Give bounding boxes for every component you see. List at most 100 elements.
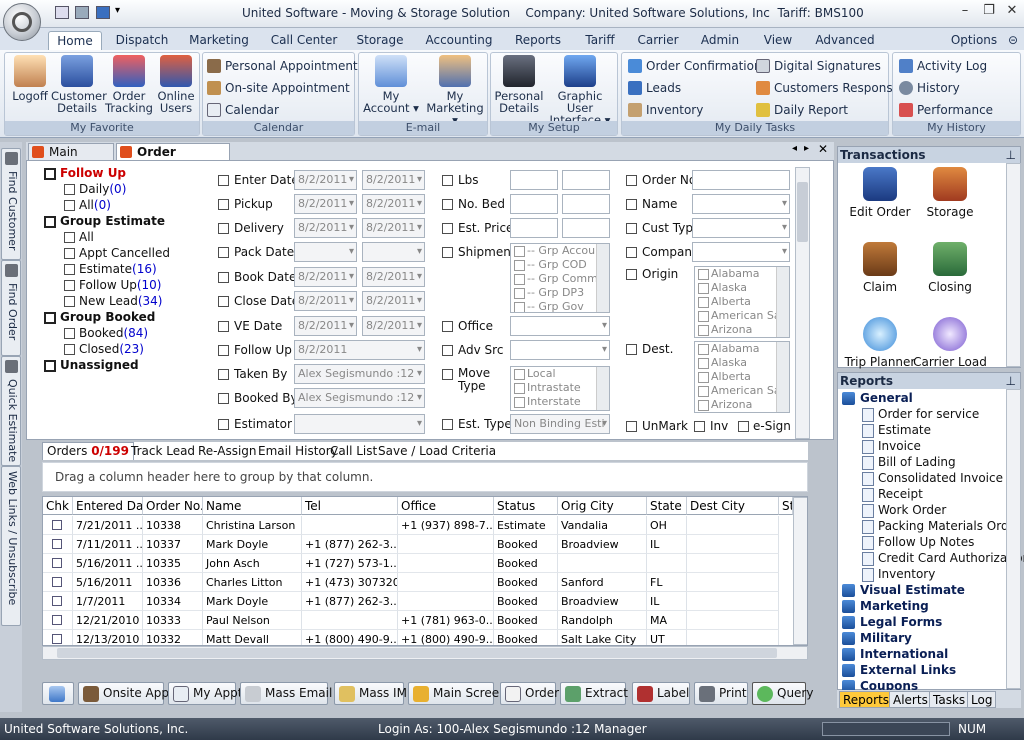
- shipment-option[interactable]: -- Grp Comme: [511, 272, 609, 286]
- dest-state-list[interactable]: Alabama Alaska Alberta American Sa Arizo…: [694, 341, 790, 413]
- col-name[interactable]: Name: [203, 497, 302, 515]
- lbs-from-input[interactable]: [510, 170, 558, 190]
- origin-state-option[interactable]: Alaska: [695, 281, 789, 295]
- close-date-to[interactable]: 8/2/2011: [362, 291, 425, 311]
- report-item[interactable]: Consolidated Invoice: [862, 471, 1003, 486]
- esign-checkbox[interactable]: [738, 421, 749, 432]
- col-tel[interactable]: Tel: [302, 497, 398, 515]
- lbs-to-input[interactable]: [562, 170, 610, 190]
- vtab-web-links[interactable]: Web Links / Unsubscribe: [1, 466, 21, 626]
- report-category[interactable]: Military: [842, 631, 912, 645]
- adv-src-checkbox[interactable]: [442, 345, 453, 356]
- cust-type-checkbox[interactable]: [626, 223, 637, 234]
- follow-up-date-checkbox[interactable]: [218, 345, 229, 356]
- tab-advanced[interactable]: Advanced: [814, 31, 876, 50]
- onsite-appt-button[interactable]: Onsite Appt: [78, 682, 174, 705]
- tab-storage[interactable]: Storage: [354, 31, 406, 50]
- report-category[interactable]: Visual Estimate: [842, 583, 965, 597]
- activity-log-button[interactable]: Activity Log: [897, 57, 987, 75]
- query-button[interactable]: Query: [752, 682, 813, 705]
- label-button[interactable]: Label: [632, 682, 690, 705]
- close-tab-icon[interactable]: ✕: [818, 142, 828, 156]
- tab-reports[interactable]: Reports: [510, 31, 566, 50]
- shipment-option[interactable]: -- Grp COD: [511, 258, 609, 272]
- pack-date-checkbox[interactable]: [218, 247, 229, 258]
- report-item[interactable]: Inventory: [862, 567, 935, 582]
- delivery-checkbox[interactable]: [218, 223, 229, 234]
- move-type-checkbox[interactable]: [442, 369, 453, 380]
- pack-date-to[interactable]: [362, 242, 425, 262]
- performance-button[interactable]: Performance: [897, 101, 993, 119]
- calculator-icon[interactable]: [55, 6, 69, 19]
- move-type-list[interactable]: Local Intrastate Interstate: [510, 366, 610, 411]
- col-entered-date[interactable]: Entered Date: [73, 497, 143, 515]
- col-state[interactable]: State: [647, 497, 687, 515]
- unassigned-checkbox[interactable]: [44, 360, 56, 372]
- leads-button[interactable]: Leads: [626, 79, 681, 97]
- office-checkbox[interactable]: [442, 321, 453, 332]
- group-by-panel[interactable]: Drag a column header here to group by th…: [42, 462, 808, 492]
- origin-state-option[interactable]: American Sa: [695, 309, 789, 323]
- vtab-find-order[interactable]: Find Order: [1, 260, 21, 356]
- report-item[interactable]: Order for service: [862, 407, 979, 422]
- col-status[interactable]: Status: [494, 497, 558, 515]
- tab-view[interactable]: View: [760, 31, 796, 50]
- pin-icon[interactable]: ⊥: [1006, 373, 1016, 389]
- filter-panel-scrollbar[interactable]: [795, 167, 810, 439]
- vtab-quick-estimate[interactable]: Quick Estimate: [1, 356, 21, 466]
- office-select[interactable]: [510, 316, 610, 336]
- order-no-checkbox[interactable]: [626, 175, 637, 186]
- main-screen-button[interactable]: Main Screen: [408, 682, 507, 705]
- mass-im-button[interactable]: Mass IM: [334, 682, 407, 705]
- shipment-list[interactable]: -- Grp Accou -- Grp COD -- Grp Comme -- …: [510, 243, 610, 313]
- dest-state-option[interactable]: Alberta: [695, 370, 789, 384]
- row-checkbox[interactable]: [43, 630, 73, 645]
- report-item[interactable]: Receipt: [862, 487, 923, 502]
- report-item[interactable]: Invoice: [862, 439, 921, 454]
- onsite-appointment-button[interactable]: On-site Appointment: [205, 79, 350, 97]
- shipment-option[interactable]: -- Grp Gov: [511, 300, 609, 312]
- report-category[interactable]: Marketing: [842, 599, 929, 613]
- report-category[interactable]: Legal Forms: [842, 615, 942, 629]
- grid-icon[interactable]: [75, 6, 89, 19]
- enter-date-checkbox[interactable]: [218, 175, 229, 186]
- tab-order-tracking[interactable]: Order Tracking: [116, 143, 230, 175]
- online-users-button[interactable]: Online Users: [153, 55, 199, 114]
- report-item[interactable]: Packing Materials Order: [862, 519, 1021, 534]
- close-window-button[interactable]: ✕: [1005, 4, 1019, 20]
- order-no-input[interactable]: [692, 170, 790, 190]
- personal-appointments-button[interactable]: Personal Appointments: [205, 57, 364, 75]
- scroll-tabs-left-icon[interactable]: ◂: [792, 143, 797, 154]
- mass-email-button[interactable]: Mass Email: [240, 682, 332, 705]
- origin-state-option[interactable]: Alberta: [695, 295, 789, 309]
- extract-button[interactable]: Extract: [560, 682, 628, 705]
- book-date-from[interactable]: 8/2/2011: [294, 267, 357, 287]
- personal-details-button[interactable]: Personal Details: [493, 55, 545, 114]
- report-item[interactable]: Work Order: [862, 503, 946, 518]
- tab-tasks[interactable]: Tasks: [929, 691, 970, 708]
- dest-state-option[interactable]: Arizona: [695, 398, 789, 412]
- tab-accounting[interactable]: Accounting: [424, 31, 494, 50]
- col-office[interactable]: Office: [398, 497, 494, 515]
- col-chk[interactable]: Chk: [43, 497, 73, 515]
- no-bed-checkbox[interactable]: [442, 199, 453, 210]
- close-date-from[interactable]: 8/2/2011: [294, 291, 357, 311]
- grid-horizontal-scrollbar[interactable]: [42, 646, 808, 660]
- report-item[interactable]: Follow Up Notes: [862, 535, 974, 550]
- h-scroll-thumb[interactable]: [57, 648, 777, 658]
- pickup-checkbox[interactable]: [218, 199, 229, 210]
- history-button[interactable]: History: [897, 79, 960, 97]
- tab-main-screen[interactable]: Main Screen: [28, 143, 114, 175]
- est-type-checkbox[interactable]: [442, 419, 453, 430]
- tab-carrier[interactable]: Carrier: [634, 31, 682, 50]
- reports-scrollbar[interactable]: [1006, 389, 1021, 689]
- shipment-option[interactable]: -- Grp Accou: [511, 244, 609, 258]
- scroll-tabs-right-icon[interactable]: ▸: [804, 143, 809, 154]
- estimate-checkbox[interactable]: [64, 264, 75, 275]
- pickup-date-to[interactable]: 8/2/2011: [362, 194, 425, 214]
- follow-up-sub-checkbox[interactable]: [64, 280, 75, 291]
- book-date-checkbox[interactable]: [218, 272, 229, 283]
- booked-checkbox[interactable]: [64, 328, 75, 339]
- customers-response-button[interactable]: Customers Response: [754, 79, 900, 97]
- my-account-button[interactable]: My Account ▾: [363, 55, 419, 114]
